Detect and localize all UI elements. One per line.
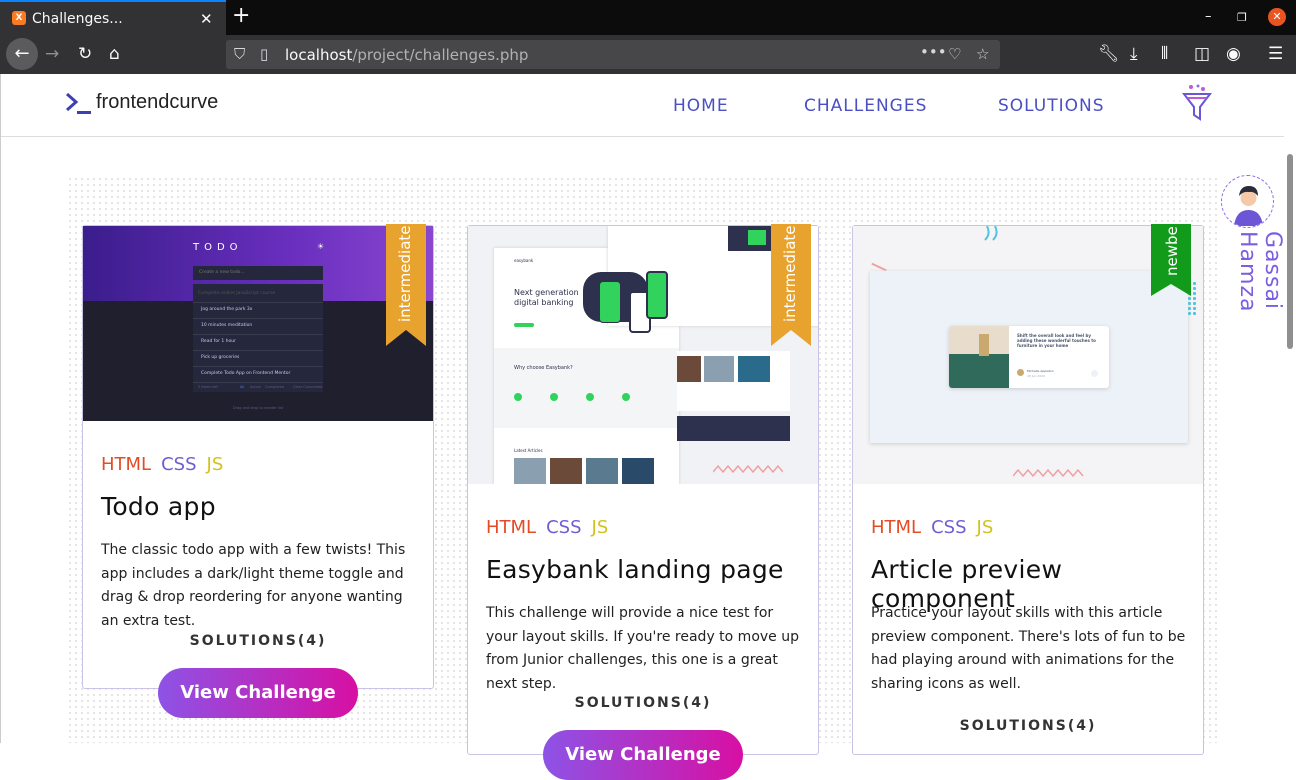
article-preview-headline: Shift the overall look and feel by addin… [1017, 333, 1096, 348]
author-avatar[interactable] [1221, 175, 1274, 228]
back-icon[interactable]: ← [6, 38, 38, 70]
todo-preview-item: Read for 1 hour [201, 339, 236, 344]
todo-preview-footer-all: All [240, 385, 245, 389]
tag-html: HTML [101, 454, 152, 475]
easybank-hero: Next generation digital banking [514, 288, 579, 307]
todo-preview-heading: TODO [193, 242, 243, 253]
window-close-icon[interactable]: ✕ [1268, 8, 1286, 26]
card-description: Practice your layout skills with this ar… [871, 605, 1186, 692]
shield-icon[interactable]: ⛉ [234, 45, 245, 63]
url-bar[interactable]: ⛉ ▯ localhost/project/challenges.php •••… [226, 40, 1000, 69]
tag-js: JS [591, 517, 609, 538]
close-tab-icon[interactable]: ✕ [200, 10, 213, 28]
challenge-card[interactable]: Shift the overall look and feel by addin… [852, 224, 1204, 755]
tech-tags: HTML CSS JS [101, 454, 223, 475]
terminal-logo-icon[interactable] [65, 92, 91, 116]
todo-preview-hint: Drag and drop to reorder list [233, 406, 284, 410]
todo-preview-footer-active: Active [250, 385, 261, 389]
tab-title: Challenges... [32, 11, 123, 27]
nav-solutions[interactable]: SOLUTIONS [998, 96, 1105, 116]
tag-css: CSS [161, 454, 197, 475]
maximize-icon[interactable]: ❐ [1237, 11, 1247, 24]
card-description: The classic todo app with a few twists! … [101, 542, 406, 629]
library-icon[interactable]: ⫴ [1161, 43, 1168, 65]
challenge-card[interactable]: easybank Next generation digital banking… [467, 224, 819, 780]
reload-icon[interactable]: ↻ [78, 43, 92, 65]
account-icon[interactable]: ◉ [1226, 43, 1241, 65]
scrollbar[interactable] [1287, 154, 1293, 349]
sun-icon: ☀ [317, 242, 325, 251]
todo-preview-item: Complete online JavaScript course [198, 291, 276, 296]
tag-html: HTML [871, 517, 922, 538]
solutions-link[interactable]: SOLUTIONS(4) [83, 633, 433, 649]
home-icon[interactable]: ⌂ [109, 43, 120, 65]
easybank-brand: easybank [514, 258, 534, 263]
browser-tab-bar: X Challenges... ✕ + – ❐ ✕ [0, 0, 1296, 35]
xampp-icon: X [12, 11, 26, 25]
difficulty-ribbon: newbe [1151, 224, 1191, 296]
difficulty-ribbon: intermediate [771, 224, 811, 346]
nav-challenges[interactable]: CHALLENGES [804, 96, 927, 116]
site-header: frontendcurve HOME CHALLENGES SOLUTIONS [1, 74, 1284, 137]
card-description: This challenge will provide a nice test … [486, 605, 799, 692]
browser-toolbar: ← → ↻ ⌂ ⛉ ▯ localhost/project/challenges… [0, 35, 1296, 74]
filter-funnel-icon[interactable] [1181, 83, 1213, 123]
download-icon[interactable]: ⤓ [1130, 43, 1138, 65]
easybank-articles: Latest Articles [514, 448, 543, 453]
todo-preview-footer-count: 5 items left [198, 385, 218, 389]
new-tab-icon[interactable]: + [232, 3, 250, 28]
difficulty-label: intermediate [781, 225, 799, 322]
difficulty-label: intermediate [396, 225, 414, 322]
author-name[interactable]: Gassai Hamza [1235, 231, 1285, 312]
solutions-link[interactable]: SOLUTIONS(4) [468, 695, 818, 711]
pocket-icon[interactable]: ♡ [948, 45, 961, 63]
todo-preview-image[interactable]: TODO ☀ Create a new todo... Complete onl… [83, 226, 433, 421]
difficulty-ribbon: intermediate [386, 224, 426, 346]
todo-preview-item: 10 minutes meditation [201, 323, 253, 328]
todo-preview-item: Pick up groceries [201, 355, 240, 360]
forward-icon[interactable]: → [45, 43, 59, 65]
logo-text[interactable]: frontendcurve [96, 91, 218, 114]
tag-css: CSS [931, 517, 967, 538]
wrench-icon[interactable]: 🔧︎ [1098, 43, 1120, 65]
sidebar-icon[interactable]: ◫ [1194, 43, 1210, 65]
todo-preview-input: Create a new todo... [193, 266, 323, 280]
todo-preview-footer-clear: Clear Completed [293, 385, 323, 389]
bookmark-star-icon[interactable]: ☆ [976, 45, 989, 63]
article-preview-date: 28 Jun 2020 [1027, 374, 1046, 378]
todo-preview-item: Jog around the park 3x [201, 307, 253, 312]
todo-preview-footer-completed: Completed [265, 385, 285, 389]
difficulty-label: newbe [1163, 226, 1181, 276]
challenge-card[interactable]: TODO ☀ Create a new todo... Complete onl… [82, 224, 434, 718]
article-preview-author: Michelle Appleton [1027, 369, 1054, 373]
easybank-section: Why choose Easybank? [514, 365, 573, 371]
tag-js: JS [976, 517, 994, 538]
minimize-icon[interactable]: – [1205, 9, 1212, 24]
tech-tags: HTML CSS JS [871, 517, 993, 538]
view-challenge-button[interactable]: View Challenge [543, 730, 743, 780]
more-actions-icon[interactable]: ••• [920, 43, 947, 61]
nav-home[interactable]: HOME [673, 96, 729, 116]
card-title[interactable]: Todo app [101, 492, 216, 521]
todo-preview-item: Complete Todo App on Frontend Mentor [201, 371, 291, 376]
browser-tab[interactable]: X Challenges... ✕ [0, 0, 226, 35]
url-text[interactable]: localhost/project/challenges.php [285, 46, 528, 64]
view-challenge-button[interactable]: View Challenge [158, 668, 358, 718]
tag-html: HTML [486, 517, 537, 538]
page-info-icon[interactable]: ▯ [260, 45, 268, 63]
tag-css: CSS [546, 517, 582, 538]
menu-icon[interactable]: ☰ [1268, 43, 1283, 65]
page-viewport: frontendcurve HOME CHALLENGES SOLUTIONS … [0, 74, 1296, 780]
card-title[interactable]: Easybank landing page [486, 555, 784, 584]
tag-js: JS [206, 454, 224, 475]
solutions-link[interactable]: SOLUTIONS(4) [853, 718, 1203, 734]
easybank-preview-image[interactable]: easybank Next generation digital banking… [468, 226, 818, 484]
tech-tags: HTML CSS JS [486, 517, 608, 538]
